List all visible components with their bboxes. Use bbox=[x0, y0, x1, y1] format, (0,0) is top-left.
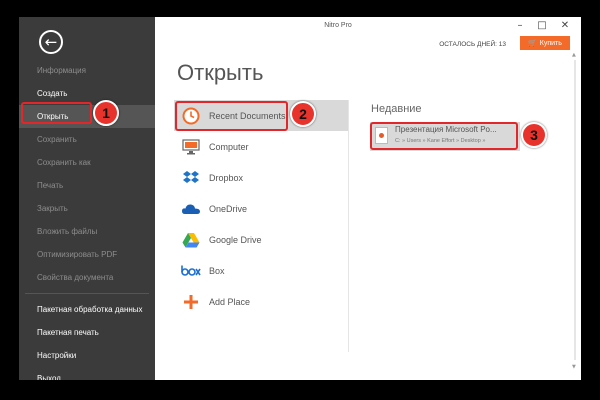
places-list: Recent Documents Computer Dropbox OneDri… bbox=[174, 100, 348, 317]
minimize-button[interactable]: – bbox=[513, 20, 527, 32]
vertical-scrollbar[interactable]: ▲ ▼ bbox=[572, 52, 578, 370]
minimize-icon: – bbox=[517, 20, 523, 31]
place-box[interactable]: Box bbox=[174, 255, 348, 286]
onedrive-icon bbox=[181, 199, 201, 219]
back-arrow-button[interactable]: ← bbox=[39, 30, 63, 54]
callout-badge-3: 3 bbox=[521, 122, 547, 148]
computer-icon bbox=[181, 137, 201, 157]
back-arrow-icon: ← bbox=[44, 33, 58, 51]
sidebar-item-save[interactable]: Сохранить bbox=[19, 128, 155, 151]
sidebar-item-optimize[interactable]: Оптимизировать PDF bbox=[19, 243, 155, 266]
sidebar-divider bbox=[25, 293, 149, 294]
buy-button[interactable]: 🛒 Купить bbox=[520, 36, 570, 50]
page-title: Открыть bbox=[177, 60, 264, 85]
maximize-button[interactable]: □ bbox=[535, 20, 549, 32]
sidebar-item-info[interactable]: Информация bbox=[19, 59, 155, 82]
dropbox-icon bbox=[181, 168, 201, 188]
callout-badge-2: 2 bbox=[290, 101, 316, 127]
window-title: Nitro Pro bbox=[324, 22, 352, 29]
place-label: Box bbox=[209, 265, 225, 276]
place-onedrive[interactable]: OneDrive bbox=[174, 193, 348, 224]
sidebar-item-close[interactable]: Закрыть bbox=[19, 197, 155, 220]
callout-box-open bbox=[21, 102, 92, 124]
callout-box-recent bbox=[175, 101, 288, 131]
sidebar-item-exit[interactable]: Выход bbox=[19, 367, 155, 380]
maximize-icon: □ bbox=[537, 20, 547, 31]
trial-days-label: ОСТАЛОСЬ ДНЕЙ: 13 bbox=[439, 41, 506, 48]
backstage-sidebar: ← Информация Создать Открыть Сохранить С… bbox=[19, 17, 155, 380]
place-google-drive[interactable]: Google Drive bbox=[174, 224, 348, 255]
scroll-up-arrow-icon[interactable]: ▲ bbox=[572, 52, 576, 58]
recent-heading: Недавние bbox=[371, 103, 422, 115]
panel-divider bbox=[348, 100, 349, 352]
cart-icon: 🛒 bbox=[528, 39, 537, 47]
place-add-place[interactable]: Add Place bbox=[174, 286, 348, 317]
sidebar-item-settings[interactable]: Настройки bbox=[19, 344, 155, 367]
sidebar-item-save-as[interactable]: Сохранить как bbox=[19, 151, 155, 174]
sidebar-item-batch[interactable]: Пакетная обработка данных bbox=[19, 298, 155, 321]
close-icon: ✕ bbox=[560, 20, 570, 31]
place-dropbox[interactable]: Dropbox bbox=[174, 162, 348, 193]
sidebar-item-properties[interactable]: Свойства документа bbox=[19, 266, 155, 289]
scroll-track[interactable] bbox=[574, 60, 576, 360]
place-label: OneDrive bbox=[209, 203, 248, 214]
callout-box-recent-file bbox=[370, 122, 518, 150]
box-icon bbox=[181, 261, 201, 281]
buy-label: Купить bbox=[539, 40, 562, 47]
sidebar-item-batch-print[interactable]: Пакетная печать bbox=[19, 321, 155, 344]
title-bar: Nitro Pro – □ ✕ bbox=[155, 17, 581, 37]
place-label: Google Drive bbox=[209, 234, 262, 245]
sidebar-item-attach[interactable]: Вложить файлы bbox=[19, 220, 155, 243]
scroll-down-arrow-icon[interactable]: ▼ bbox=[572, 364, 576, 370]
callout-badge-1: 1 bbox=[93, 100, 119, 126]
app-window: ← Информация Создать Открыть Сохранить С… bbox=[19, 17, 581, 380]
place-computer[interactable]: Computer bbox=[174, 131, 348, 162]
sidebar-item-print[interactable]: Печать bbox=[19, 174, 155, 197]
place-label: Computer bbox=[209, 141, 249, 152]
place-label: Dropbox bbox=[209, 172, 244, 183]
place-label: Add Place bbox=[209, 296, 251, 307]
add-place-icon bbox=[181, 292, 201, 312]
close-button[interactable]: ✕ bbox=[558, 20, 572, 32]
google-drive-icon bbox=[181, 230, 201, 250]
